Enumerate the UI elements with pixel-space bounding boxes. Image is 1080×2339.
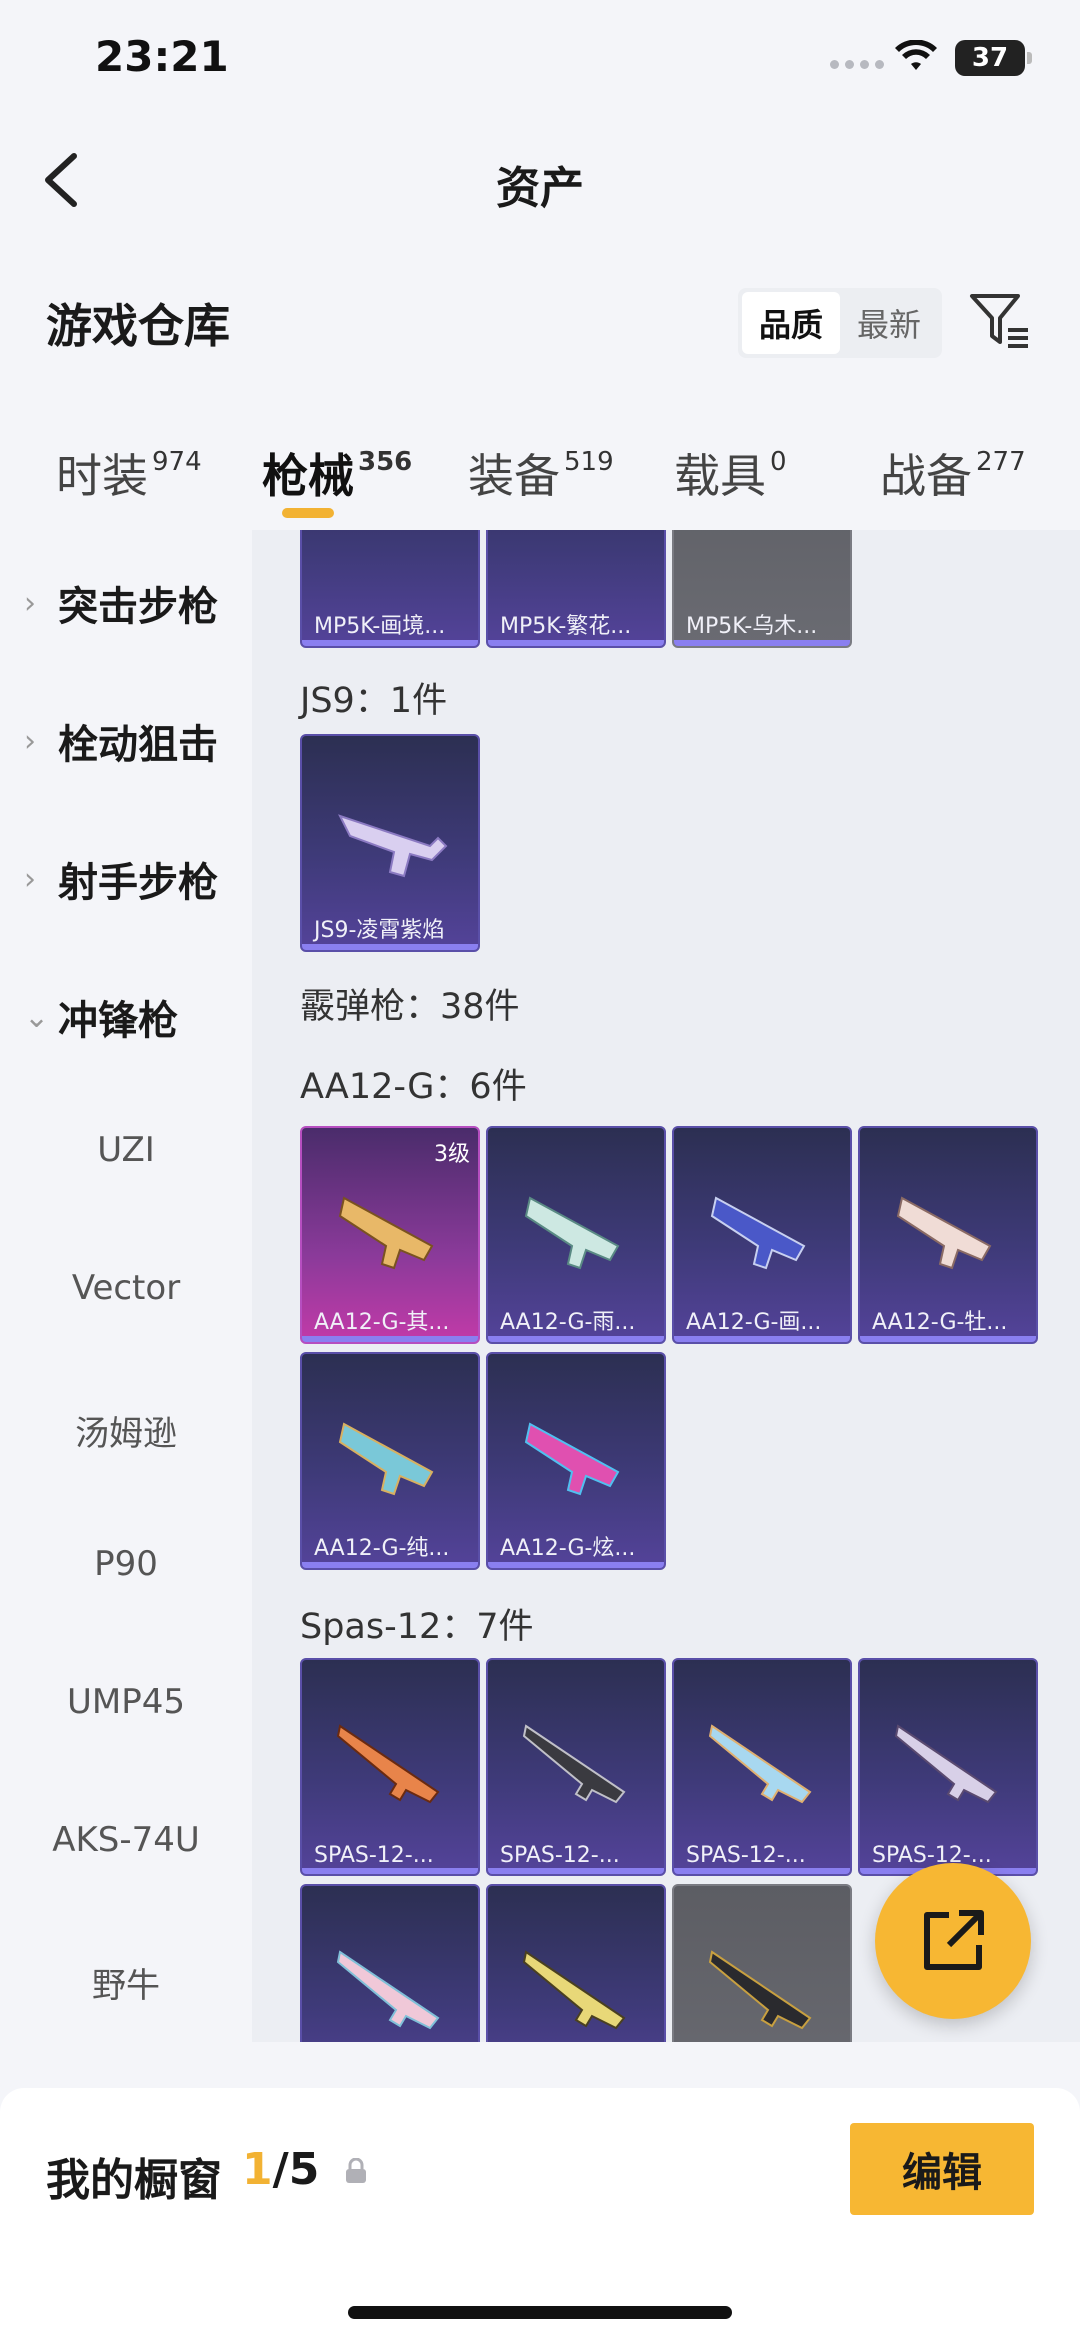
weapon-card[interactable] bbox=[300, 1884, 480, 2042]
home-indicator bbox=[348, 2306, 732, 2319]
gun-icon bbox=[522, 1724, 626, 1804]
sidebar-item-marksman-rifle[interactable]: › 射手步枪 bbox=[24, 850, 218, 908]
sidebar-subitem-aks74u[interactable]: AKS-74U bbox=[0, 1820, 252, 1860]
weapon-card[interactable]: AA12-G-雨... bbox=[486, 1126, 666, 1344]
status-bar: 23:21 37 bbox=[0, 0, 1080, 120]
weapon-card[interactable]: SPAS-12-... bbox=[300, 1658, 480, 1876]
gun-icon bbox=[708, 1950, 812, 2030]
sidebar-subitem-bizon[interactable]: 野牛 bbox=[0, 1958, 252, 2007]
group-label-spas12: Spas-12：7件 bbox=[300, 1607, 534, 1647]
sort-newest-button[interactable]: 最新 bbox=[840, 292, 938, 354]
weapon-grid: MP5K-画境... MP5K-繁花... MP5K-乌木... JS9：1件 … bbox=[252, 530, 1080, 2042]
edit-button[interactable]: 编辑 bbox=[850, 2123, 1034, 2215]
sidebar: › 突击步枪 › 栓动狙击 › 射手步枪 ⌄ 冲锋枪 UZI Vector 汤姆逊 P9… bbox=[0, 530, 252, 2040]
weapon-card[interactable]: SPAS-12-... bbox=[672, 1658, 852, 1876]
sidebar-item-assault-rifle[interactable]: › 突击步枪 bbox=[24, 574, 218, 632]
weapon-card[interactable]: AA12-G-画... bbox=[672, 1126, 852, 1344]
chevron-right-icon: › bbox=[24, 585, 36, 621]
weapon-card[interactable]: MP5K-繁花... bbox=[486, 530, 666, 648]
status-time: 23:21 bbox=[95, 32, 229, 81]
filter-icon[interactable] bbox=[968, 290, 1032, 352]
category-tabs: 时装 974 枪械 356 装备 519 载具 0 战备 277 bbox=[0, 420, 1080, 530]
tab-indicator bbox=[282, 508, 334, 518]
gun-icon bbox=[338, 1422, 434, 1496]
tab-firearms[interactable]: 枪械 356 bbox=[262, 440, 412, 506]
gun-icon bbox=[524, 1196, 620, 1270]
external-link-icon bbox=[924, 1910, 984, 1970]
chevron-down-icon: ⌄ bbox=[24, 999, 50, 1035]
group-label-shotgun: 霰弹枪：38件 bbox=[300, 987, 520, 1027]
weapon-card[interactable]: MP5K-画境... bbox=[300, 530, 480, 648]
gun-icon bbox=[710, 1196, 806, 1270]
weapon-card[interactable]: MP5K-乌木... bbox=[672, 530, 852, 648]
gun-icon bbox=[894, 1724, 998, 1804]
weapon-card[interactable]: AA12-G-炫... bbox=[486, 1352, 666, 1570]
gun-icon bbox=[338, 1196, 434, 1270]
chevron-right-icon: › bbox=[24, 861, 36, 897]
wifi-icon bbox=[895, 40, 937, 70]
weapon-card[interactable]: JS9-凌霄紫焰 bbox=[300, 734, 480, 952]
weapon-card[interactable]: AA12-G-牡... bbox=[858, 1126, 1038, 1344]
sort-quality-button[interactable]: 品质 bbox=[742, 292, 840, 354]
level-badge: 3级 bbox=[434, 1142, 470, 1167]
chevron-right-icon: › bbox=[24, 723, 36, 759]
sort-toggle[interactable]: 品质 最新 bbox=[738, 288, 942, 358]
gun-icon bbox=[320, 530, 464, 592]
tab-supplies[interactable]: 战备 277 bbox=[880, 440, 1026, 506]
sidebar-subitem-ump45[interactable]: UMP45 bbox=[0, 1682, 252, 1722]
battery-icon: 37 bbox=[955, 40, 1032, 76]
group-label-js9: JS9：1件 bbox=[300, 681, 448, 721]
sidebar-subitem-vector[interactable]: Vector bbox=[0, 1268, 252, 1308]
weapon-card[interactable]: AA12-G-纯... bbox=[300, 1352, 480, 1570]
gun-icon bbox=[336, 1950, 440, 2030]
tab-equipment[interactable]: 装备 519 bbox=[468, 440, 614, 506]
sidebar-subitem-thompson[interactable]: 汤姆逊 bbox=[0, 1406, 252, 1455]
gun-icon bbox=[708, 1724, 812, 1804]
gun-icon bbox=[524, 1422, 620, 1496]
sidebar-subitem-p90[interactable]: P90 bbox=[0, 1544, 252, 1584]
gun-icon bbox=[338, 814, 448, 878]
gun-icon bbox=[522, 1950, 626, 2030]
weapon-card[interactable]: 3级 AA12-G-其... bbox=[300, 1126, 480, 1344]
sidebar-item-smg[interactable]: ⌄ 冲锋枪 bbox=[24, 988, 178, 1046]
lock-icon bbox=[346, 2158, 366, 2183]
sidebar-subitem-uzi[interactable]: UZI bbox=[0, 1130, 252, 1170]
weapon-card[interactable] bbox=[486, 1884, 666, 2042]
weapon-card[interactable] bbox=[672, 1884, 852, 2042]
share-button[interactable] bbox=[875, 1863, 1031, 2019]
weapon-card[interactable]: SPAS-12-... bbox=[486, 1658, 666, 1876]
gun-icon bbox=[336, 1724, 440, 1804]
weapon-card[interactable]: SPAS-12-... bbox=[858, 1658, 1038, 1876]
sidebar-item-bolt-sniper[interactable]: › 栓动狙击 bbox=[24, 712, 218, 770]
page-title: 资产 bbox=[496, 163, 584, 214]
group-label-aa12: AA12-G：6件 bbox=[300, 1067, 527, 1107]
tab-fashion[interactable]: 时装 974 bbox=[56, 440, 202, 506]
tab-vehicles[interactable]: 载具 0 bbox=[674, 440, 787, 506]
showcase-count: 1/5 bbox=[242, 2144, 320, 2195]
section-title: 游戏仓库 bbox=[46, 299, 230, 353]
showcase-label: 我的橱窗 bbox=[46, 2155, 222, 2206]
signal-icon bbox=[830, 60, 884, 69]
gun-icon bbox=[896, 1196, 992, 1270]
showcase-panel: 我的橱窗 1/5 编辑 bbox=[0, 2088, 1080, 2339]
